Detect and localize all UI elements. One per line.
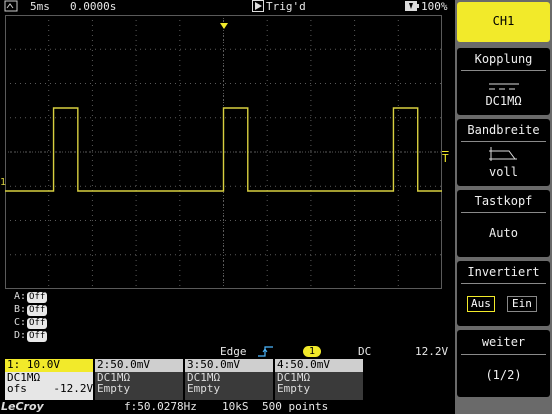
trigger-status: Trig'd — [266, 0, 306, 13]
bandwidth-filter-icon — [489, 146, 519, 165]
trigger-coupling: DC — [358, 345, 372, 358]
waveform-display[interactable] — [5, 15, 442, 289]
points-readout: 500 points — [262, 400, 329, 413]
divider — [461, 212, 546, 213]
bottom-status-bar: LeCroy f:50.0278Hz 10kS 500 points — [0, 400, 454, 414]
more-title: weiter — [481, 335, 526, 349]
timebase-readout: 5ms — [30, 0, 50, 13]
channel-indicator-icon — [4, 0, 18, 16]
frequency-readout: f:50.0278Hz — [124, 400, 197, 413]
play-icon — [252, 0, 264, 16]
coupling-title: Kopplung — [474, 52, 533, 66]
battery-level: 100% — [421, 0, 448, 13]
channel-2-status: Empty — [97, 382, 131, 395]
trace-c-toggle[interactable]: C: Off — [14, 317, 48, 329]
channel-3-status: Empty — [187, 382, 221, 395]
dc-coupling-icon — [489, 76, 519, 95]
trace-d-toggle[interactable]: D: Off — [14, 330, 48, 342]
invert-on-option[interactable]: Ein — [507, 296, 537, 312]
battery-icon — [404, 0, 420, 16]
brand-logo: LeCroy — [1, 400, 44, 413]
sample-rate-readout: 10kS — [222, 400, 249, 413]
divider — [461, 141, 546, 142]
divider — [461, 283, 546, 284]
trigger-level: 12.2V — [415, 345, 449, 358]
trigger-type: Edge — [220, 345, 247, 358]
channel-1-offset: ofs -12.2V — [7, 382, 94, 395]
invert-title: Invertiert — [467, 265, 540, 279]
probe-title: Tastkopf — [474, 194, 533, 208]
top-status-bar: 5ms 0.0000s Trig'd 100% — [0, 0, 454, 14]
channel-info-table: 1: 10.0V DC1MΩ ofs -12.2V 2:50.0mV DC1MΩ… — [5, 359, 365, 400]
bandwidth-title: Bandbreite — [467, 123, 540, 137]
trace-a-toggle[interactable]: A: Off — [14, 291, 48, 303]
oscilloscope-grid — [5, 15, 442, 289]
trace-b-toggle[interactable]: B: Off — [14, 304, 48, 316]
delay-readout: 0.0000s — [70, 0, 117, 13]
probe-button[interactable]: Tastkopf Auto — [457, 190, 550, 257]
ch1-waveform — [5, 107, 442, 192]
trigger-source-badge: 1 — [303, 346, 322, 357]
trigger-settings: Edge 1 DC 12.2V — [210, 345, 454, 359]
trigger-level-marker: T — [442, 152, 449, 165]
more-page-indicator: (1/2) — [485, 368, 522, 382]
channel-1-info[interactable]: 1: 10.0V DC1MΩ ofs -12.2V — [5, 359, 93, 400]
invert-button[interactable]: Invertiert Aus Ein — [457, 261, 550, 326]
channel-2-info[interactable]: 2:50.0mV DC1MΩ Empty — [95, 359, 183, 400]
trigger-position-marker — [220, 14, 228, 33]
rising-edge-icon — [258, 345, 274, 360]
divider — [461, 70, 546, 71]
channel-menu-header[interactable]: CH1 — [457, 2, 550, 42]
channel-4-info[interactable]: 4:50.0mV DC1MΩ Empty — [275, 359, 363, 400]
channel-menu-panel: CH1 Kopplung DC1MΩ Bandbreite voll Tastk… — [455, 0, 552, 414]
divider — [461, 354, 546, 355]
coupling-value: DC1MΩ — [485, 94, 522, 108]
more-button[interactable]: weiter (1/2) — [457, 330, 550, 397]
probe-value: Auto — [489, 226, 518, 240]
bandwidth-value: voll — [489, 165, 518, 179]
channel-4-status: Empty — [277, 382, 311, 395]
coupling-button[interactable]: Kopplung DC1MΩ — [457, 48, 550, 115]
ch1-ground-marker: 1 — [0, 177, 7, 188]
bandwidth-button[interactable]: Bandbreite voll — [457, 119, 550, 186]
channel-menu-title: CH1 — [492, 14, 515, 28]
channel-3-info[interactable]: 3:50.0mV DC1MΩ Empty — [185, 359, 273, 400]
invert-off-option[interactable]: Aus — [467, 296, 495, 312]
